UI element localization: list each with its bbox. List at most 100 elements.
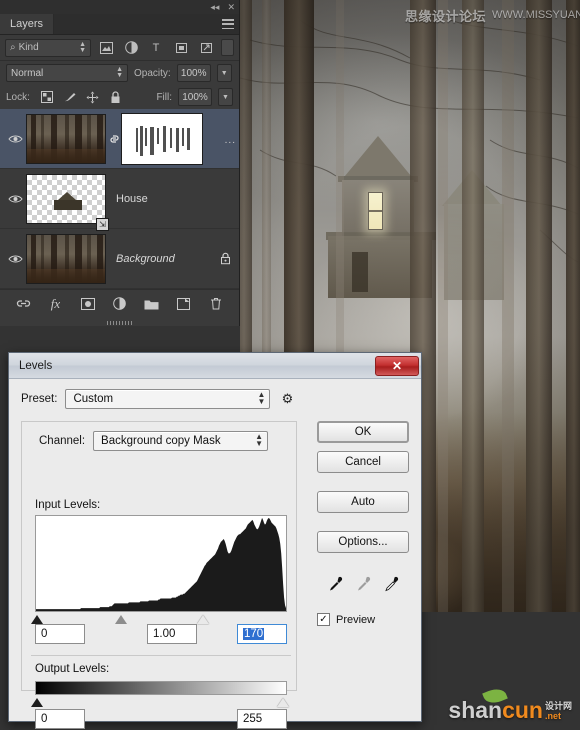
lock-icon[interactable] — [215, 252, 235, 265]
collapse-double-arrow-icon[interactable]: ◂◂ — [210, 2, 219, 12]
input-white-value: 170 — [243, 628, 265, 640]
output-black-handle[interactable] — [31, 698, 43, 707]
layers-panel: ◂◂ ✕ Layers ⌕ Kind ▲ ▼ T Normal ▲ ▼ Opac… — [0, 0, 240, 326]
output-slider-track[interactable] — [31, 697, 289, 709]
input-black-field[interactable]: 0 — [35, 624, 85, 644]
fill-value: 100% — [182, 91, 208, 103]
screen-root: 思缘设计论坛 WWW.MISSYUAN.COM shan cun 设计网 .ne… — [0, 0, 580, 730]
output-white-field[interactable]: 255 — [237, 709, 287, 729]
opacity-stepper[interactable]: ▼ — [216, 64, 232, 82]
chevron-updown-icon: ▲ ▼ — [257, 390, 266, 406]
watermark-cn-text: 思缘设计论坛 — [405, 8, 487, 24]
table-row[interactable]: Background — [0, 229, 239, 289]
options-button-label: Options... — [338, 536, 388, 548]
input-levels-section: Input Levels: — [31, 499, 287, 626]
link-layers-icon[interactable] — [16, 296, 32, 312]
lock-image-icon[interactable] — [63, 90, 77, 104]
lock-all-icon[interactable] — [109, 90, 123, 104]
new-layer-icon[interactable] — [176, 296, 192, 312]
adjustment-filter-icon[interactable] — [121, 39, 141, 57]
link-mask-icon[interactable] — [106, 133, 122, 145]
output-levels-fields: 0 255 — [35, 709, 287, 729]
shape-filter-icon[interactable] — [171, 39, 191, 57]
close-icon[interactable]: ✕ — [227, 2, 235, 12]
layer-thumbnail[interactable] — [26, 113, 106, 164]
new-adjustment-layer-icon[interactable] — [112, 296, 128, 312]
filter-kind-select[interactable]: ⌕ Kind ▲ ▼ — [5, 38, 91, 57]
output-black-field[interactable]: 0 — [35, 709, 85, 729]
lock-row: Lock: Fill: 100% ▼ — [0, 85, 239, 109]
input-gamma-value: 1.00 — [153, 628, 176, 640]
ok-button[interactable]: OK — [317, 421, 409, 443]
pixel-filter-icon[interactable] — [96, 39, 116, 57]
watermark-url-text: WWW.MISSYUAN.COM — [492, 9, 580, 21]
input-black-handle[interactable] — [31, 615, 43, 624]
opacity-input[interactable]: 100% — [176, 64, 211, 82]
channel-select[interactable]: Background copy Mask ▲ ▼ — [93, 431, 269, 451]
preview-label: Preview — [336, 613, 376, 626]
preview-row[interactable]: ✓ Preview — [317, 613, 409, 626]
delete-layer-icon[interactable] — [208, 296, 224, 312]
close-icon[interactable]: ✕ — [375, 355, 419, 376]
input-white-handle[interactable] — [197, 615, 209, 624]
panel-menu-icon[interactable] — [222, 19, 234, 29]
input-black-value: 0 — [41, 628, 48, 640]
auto-button[interactable]: Auto — [317, 491, 409, 513]
tab-layers[interactable]: Layers — [0, 14, 55, 34]
set-gray-point-eyedropper-icon[interactable] — [355, 575, 371, 593]
layer-mask-thumbnail[interactable] — [121, 112, 203, 165]
output-gradient-bar — [35, 681, 287, 695]
blend-mode-row: Normal ▲ ▼ Opacity: 100% ▼ — [0, 61, 239, 85]
eye-icon[interactable] — [4, 134, 26, 144]
opacity-value: 100% — [180, 67, 207, 79]
eye-icon[interactable] — [4, 194, 26, 204]
output-white-handle[interactable] — [277, 698, 289, 707]
watermark-top: 思缘设计论坛 WWW.MISSYUAN.COM — [405, 7, 580, 24]
tab-layers-label: Layers — [10, 18, 44, 30]
preset-row: Preset: Custom ▲ ▼ ⚙ — [21, 389, 409, 409]
channel-value: Background copy Mask — [101, 435, 221, 447]
set-black-point-eyedropper-icon[interactable] — [327, 575, 343, 593]
house-thumb-shape — [54, 191, 82, 210]
input-white-field[interactable]: 170 — [237, 624, 287, 644]
filter-enable-toggle[interactable] — [221, 39, 234, 56]
blend-mode-value: Normal — [11, 67, 44, 79]
layer-name-label[interactable]: House — [106, 193, 235, 205]
lock-position-icon[interactable] — [86, 90, 100, 104]
fill-stepper[interactable]: ▼ — [218, 88, 233, 106]
new-group-icon[interactable] — [144, 296, 160, 312]
lock-icons-group — [40, 90, 123, 104]
table-row[interactable]: ... — [0, 109, 239, 169]
layer-name-label[interactable]: Background — [106, 253, 215, 265]
set-white-point-eyedropper-icon[interactable] — [383, 575, 399, 593]
section-divider — [31, 655, 291, 656]
table-row[interactable]: House ⇲ — [0, 169, 239, 231]
preview-checkbox[interactable]: ✓ — [317, 613, 330, 626]
input-gamma-handle[interactable] — [115, 615, 127, 624]
gear-icon[interactable]: ⚙ — [278, 391, 296, 407]
add-mask-icon[interactable] — [80, 296, 96, 312]
layer-thumbnail[interactable] — [26, 173, 106, 224]
dialog-body: Preset: Custom ▲ ▼ ⚙ Channel: Background … — [9, 379, 421, 729]
lock-transparency-icon[interactable] — [40, 90, 54, 104]
histogram[interactable] — [35, 515, 287, 612]
dialog-title: Levels — [19, 359, 53, 372]
smart-object-filter-icon[interactable] — [196, 39, 216, 57]
layer-thumbnail[interactable] — [26, 233, 106, 284]
options-button[interactable]: Options... — [317, 531, 409, 553]
dialog-button-column: OK Cancel Auto Options... ✓ Preview — [317, 421, 409, 626]
panel-resize-grip[interactable] — [106, 321, 133, 325]
opacity-label: Opacity: — [134, 67, 171, 79]
layer-overflow-dots[interactable]: ... — [225, 135, 236, 146]
layer-filter-row: ⌕ Kind ▲ ▼ T — [0, 35, 239, 61]
cancel-button[interactable]: Cancel — [317, 451, 409, 473]
eye-icon[interactable] — [4, 254, 26, 264]
input-gamma-field[interactable]: 1.00 — [147, 624, 197, 644]
type-filter-icon[interactable]: T — [146, 39, 166, 57]
dialog-titlebar[interactable]: Levels ✕ — [9, 353, 421, 379]
layer-style-fx-icon[interactable]: fx — [48, 296, 64, 312]
preset-select[interactable]: Custom ▲ ▼ — [65, 389, 271, 409]
blend-mode-select[interactable]: Normal ▲ ▼ — [6, 64, 128, 82]
preset-value: Custom — [73, 393, 114, 405]
fill-input[interactable]: 100% — [178, 88, 212, 106]
